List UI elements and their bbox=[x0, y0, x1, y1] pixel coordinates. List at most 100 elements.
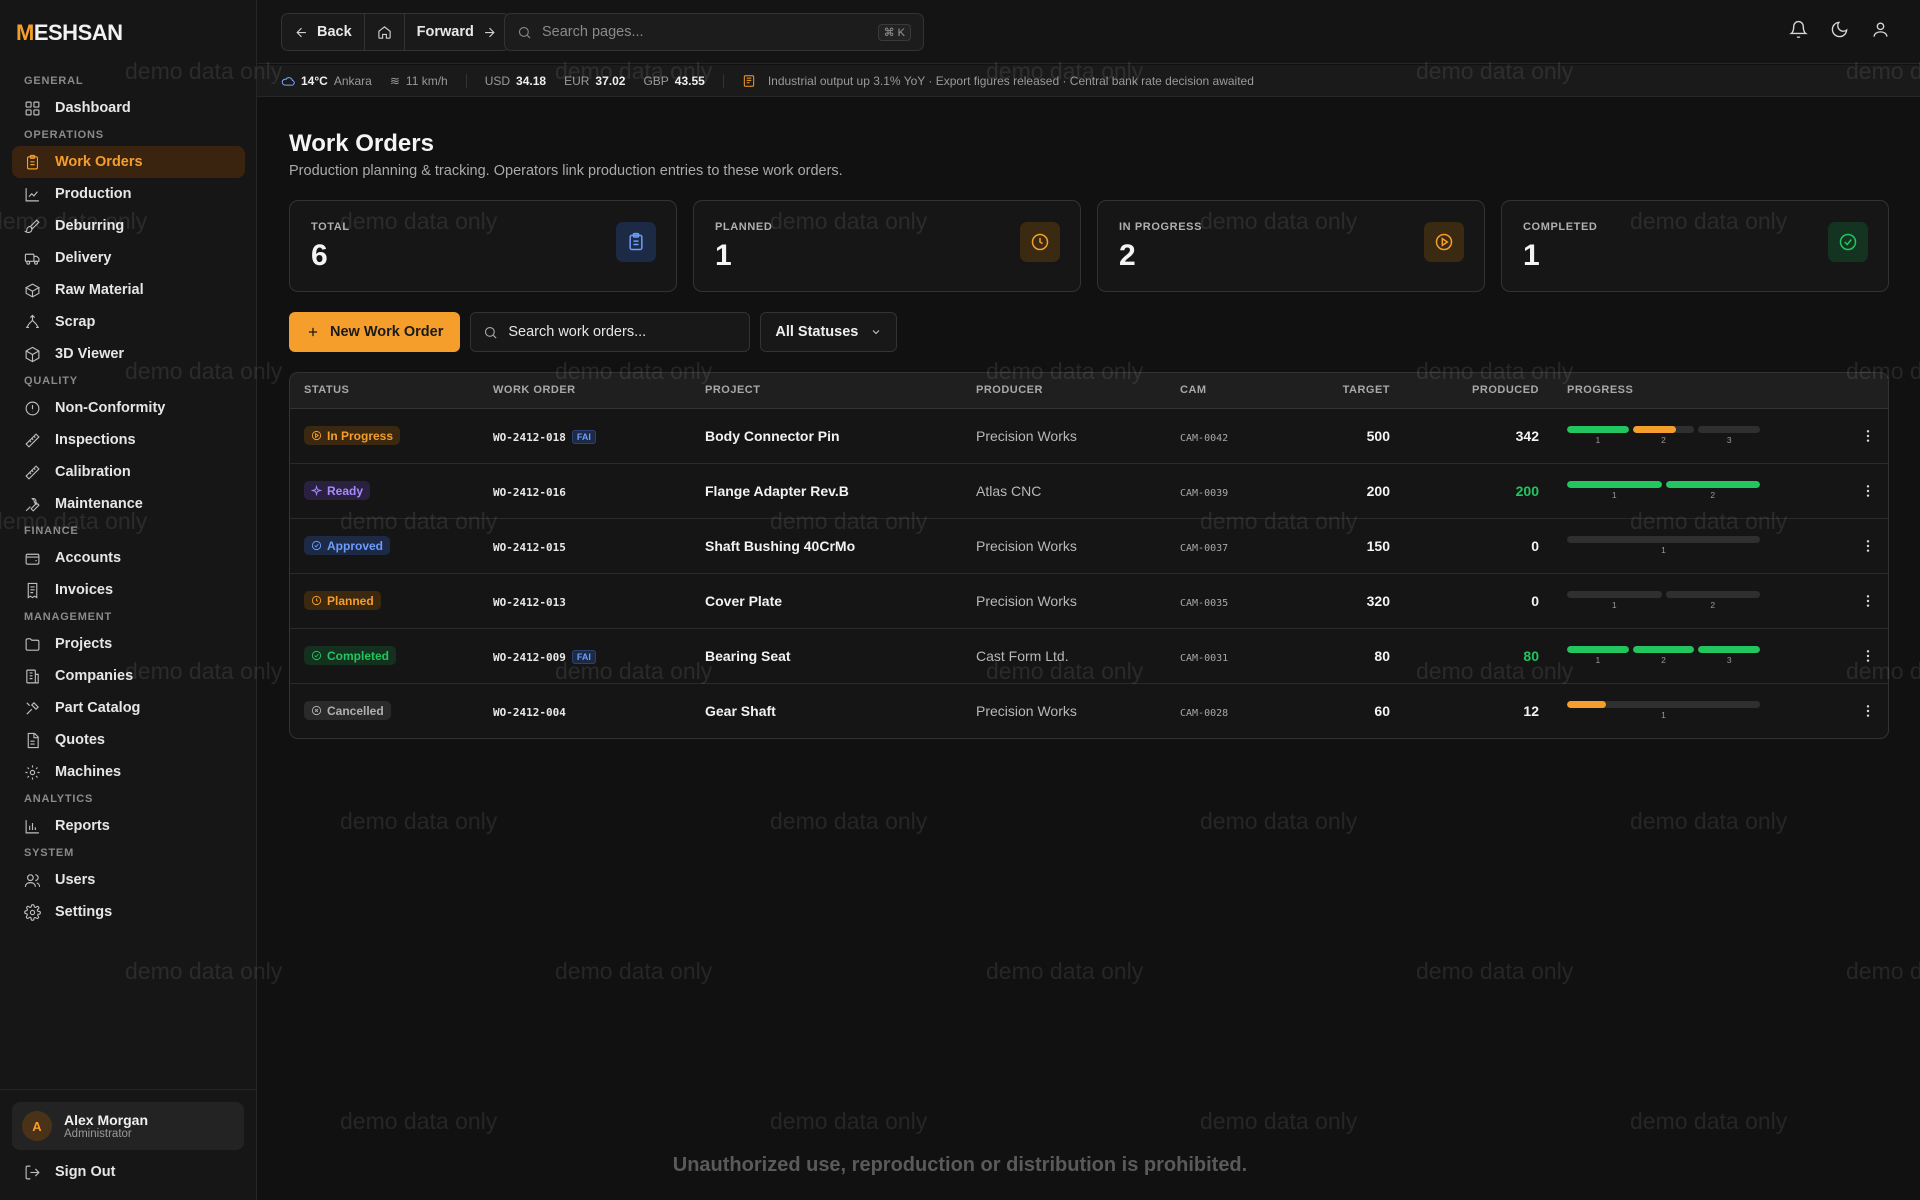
sidebar-item-label: Projects bbox=[55, 636, 113, 652]
stat-card-completed: COMPLETED 1 bbox=[1501, 200, 1889, 292]
table-row[interactable]: Completed WO-2412-009 FAI Bearing Seat Cast … bbox=[290, 628, 1888, 683]
sidebar-item-maintenance[interactable]: Maintenance bbox=[12, 488, 245, 520]
work-order-search-input[interactable] bbox=[508, 324, 738, 340]
row-menu-button[interactable] bbox=[1848, 648, 1888, 664]
page-search[interactable]: ⌘ K bbox=[504, 13, 924, 51]
usd-label: USD bbox=[484, 73, 511, 88]
work-order-id[interactable]: WO-2412-018 bbox=[493, 431, 566, 444]
page-search-input[interactable] bbox=[542, 24, 868, 40]
col-project[interactable]: PROJECT bbox=[705, 373, 976, 409]
sidebar-item-work-orders[interactable]: Work Orders bbox=[12, 146, 245, 178]
progress-bar: 1 bbox=[1567, 701, 1760, 720]
col-produced[interactable]: PRODUCED bbox=[1390, 373, 1539, 409]
progress-segment-label: 3 bbox=[1726, 655, 1732, 665]
sidebar-item-scrap[interactable]: Scrap bbox=[12, 306, 245, 338]
work-order-id[interactable]: WO-2412-015 bbox=[493, 541, 566, 554]
table-row[interactable]: Ready WO-2412-016 Flange Adapter Rev.B Atla… bbox=[290, 463, 1888, 518]
progress-track bbox=[1665, 591, 1760, 598]
sidebar-item-inspections[interactable]: Inspections bbox=[12, 424, 245, 456]
progress-segment: 2 bbox=[1665, 481, 1760, 500]
sidebar-item-deburring[interactable]: Deburring bbox=[12, 210, 245, 242]
bell-icon[interactable] bbox=[1789, 20, 1808, 39]
col-status[interactable]: STATUS bbox=[290, 373, 493, 409]
moon-icon[interactable] bbox=[1830, 20, 1849, 39]
bar-chart-icon bbox=[25, 819, 39, 833]
col-producer[interactable]: PRODUCER bbox=[976, 373, 1180, 409]
eur-value: 37.02 bbox=[595, 73, 626, 88]
work-order-id[interactable]: WO-2412-009 bbox=[493, 651, 566, 664]
clock-icon bbox=[1031, 233, 1049, 251]
cam-id: CAM-0039 bbox=[1180, 487, 1229, 499]
row-menu-button[interactable] bbox=[1848, 428, 1888, 444]
table-row[interactable]: Approved WO-2412-015 Shaft Bushing 40CrMo P… bbox=[290, 518, 1888, 573]
forward-button[interactable]: Forward bbox=[405, 14, 509, 50]
work-order-search[interactable] bbox=[470, 312, 751, 352]
sidebar-item-dashboard[interactable]: Dashboard bbox=[12, 92, 245, 124]
wind-icon: ≋ bbox=[389, 73, 400, 88]
progress-track bbox=[1567, 536, 1760, 543]
progress-track bbox=[1698, 646, 1761, 653]
more-vertical-icon bbox=[1866, 649, 1870, 662]
producer-name: Precision Works bbox=[976, 427, 1077, 444]
sidebar-item-non-conformity[interactable]: Non-Conformity bbox=[12, 392, 245, 424]
sidebar-item-projects[interactable]: Projects bbox=[12, 628, 245, 660]
alert-icon bbox=[25, 401, 40, 415]
work-order-id[interactable]: WO-2412-013 bbox=[493, 596, 566, 609]
status-filter-select[interactable]: All Statuses bbox=[760, 312, 898, 352]
stat-label: IN PROGRESS bbox=[1119, 221, 1203, 233]
col-work-order[interactable]: WORK ORDER bbox=[493, 373, 705, 409]
table-row[interactable]: In Progress WO-2412-018 FAI Body Connector … bbox=[290, 408, 1888, 463]
back-label: Back bbox=[317, 24, 352, 40]
brand-logo[interactable]: MESHSAN bbox=[16, 20, 123, 46]
sidebar-item-production[interactable]: Production bbox=[12, 178, 245, 210]
project-name: Body Connector Pin bbox=[705, 427, 840, 444]
progress-segment: 2 bbox=[1632, 646, 1695, 665]
produced-qty: 12 bbox=[1523, 702, 1539, 719]
usd-value: 34.18 bbox=[516, 73, 547, 88]
sidebar-item-machines[interactable]: Machines bbox=[12, 756, 245, 788]
user-name: Alex Morgan bbox=[64, 1112, 149, 1128]
work-order-id[interactable]: WO-2412-016 bbox=[493, 486, 566, 499]
sidebar-item-companies[interactable]: Companies bbox=[12, 660, 245, 692]
progress-track bbox=[1567, 426, 1629, 433]
watermark: demo data only bbox=[986, 958, 1144, 984]
progress-segment-label: 2 bbox=[1661, 435, 1666, 445]
status-badge: Completed bbox=[304, 646, 397, 665]
user-card[interactable]: A Alex Morgan Administrator bbox=[12, 1102, 244, 1150]
sidebar-item-invoices[interactable]: Invoices bbox=[12, 574, 245, 606]
table-row[interactable]: Planned WO-2412-013 Cover Plate Precision W… bbox=[290, 573, 1888, 628]
sidebar-item-users[interactable]: Users bbox=[12, 864, 245, 896]
row-menu-button[interactable] bbox=[1848, 483, 1888, 499]
stat-card-planned: PLANNED 1 bbox=[693, 200, 1081, 292]
back-button[interactable]: Back bbox=[282, 14, 365, 50]
sidebar-item-label: Scrap bbox=[55, 314, 96, 330]
new-work-order-button[interactable]: New Work Order bbox=[289, 312, 461, 352]
sidebar-item-raw-material[interactable]: Raw Material bbox=[12, 274, 245, 306]
gear-icon bbox=[25, 764, 40, 780]
user-icon[interactable] bbox=[1871, 20, 1890, 39]
more-vertical-icon bbox=[1866, 704, 1870, 717]
col-target[interactable]: TARGET bbox=[1280, 373, 1390, 409]
work-order-id[interactable]: WO-2412-004 bbox=[493, 706, 566, 719]
progress-segment: 2 bbox=[1665, 591, 1760, 610]
sidebar-item-settings[interactable]: Settings bbox=[12, 896, 245, 928]
sidebar-item-label: Deburring bbox=[55, 218, 125, 234]
sidebar-item-quotes[interactable]: Quotes bbox=[12, 724, 245, 756]
col-progress[interactable]: PROGRESS bbox=[1539, 373, 1848, 409]
sidebar-item-label: Dashboard bbox=[55, 100, 131, 116]
watermark: demo data only bbox=[1200, 808, 1358, 834]
row-menu-button[interactable] bbox=[1848, 538, 1888, 554]
sidebar-item-reports[interactable]: Reports bbox=[12, 810, 245, 842]
row-menu-button[interactable] bbox=[1848, 703, 1888, 719]
sidebar-item-part-catalog[interactable]: Part Catalog bbox=[12, 692, 245, 724]
sidebar-item-calibration[interactable]: Calibration bbox=[12, 456, 245, 488]
col-cam[interactable]: CAM bbox=[1180, 373, 1280, 409]
sidebar-item-delivery[interactable]: Delivery bbox=[12, 242, 245, 274]
home-button[interactable] bbox=[365, 14, 405, 50]
table-row[interactable]: Cancelled WO-2412-004 Gear Shaft Precision … bbox=[290, 683, 1888, 738]
sidebar-divider bbox=[0, 1089, 257, 1090]
row-menu-button[interactable] bbox=[1848, 593, 1888, 609]
play-circle-icon bbox=[311, 430, 322, 441]
sidebar-item-3d-viewer[interactable]: 3D Viewer bbox=[12, 338, 245, 370]
sidebar-item-accounts[interactable]: Accounts bbox=[12, 542, 245, 574]
